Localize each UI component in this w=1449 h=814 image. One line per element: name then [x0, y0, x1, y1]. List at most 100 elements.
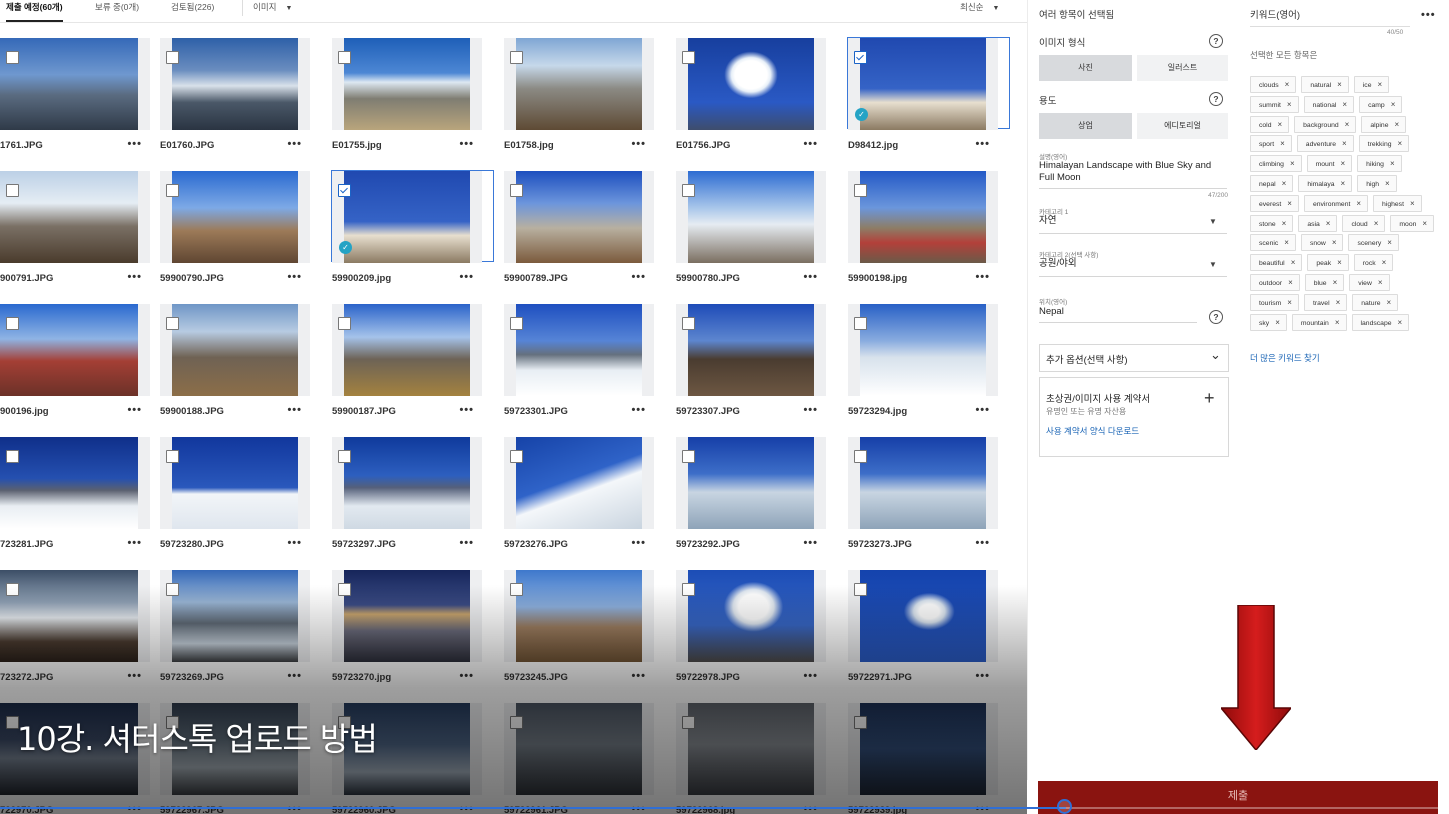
remove-keyword-icon[interactable]: × [1398, 139, 1403, 148]
select-checkbox[interactable] [510, 51, 523, 64]
select-checkbox[interactable] [166, 184, 179, 197]
image-card[interactable]: 59900780.JPG ••• [676, 171, 826, 293]
image-thumbnail[interactable] [160, 437, 310, 529]
select-checkbox[interactable] [338, 583, 351, 596]
more-options-icon[interactable]: ••• [287, 271, 302, 283]
keyword-tag[interactable]: outdoor × [1250, 274, 1300, 291]
image-card[interactable]: 900791.JPG ••• [0, 171, 150, 293]
select-checkbox[interactable] [6, 51, 19, 64]
remove-keyword-icon[interactable]: × [1422, 219, 1427, 228]
more-options-icon[interactable]: ••• [975, 271, 990, 283]
select-checkbox[interactable] [166, 51, 179, 64]
select-checkbox[interactable] [6, 583, 19, 596]
image-card[interactable]: 1761.JPG ••• [0, 38, 150, 160]
select-checkbox[interactable] [682, 450, 695, 463]
tab-pending[interactable]: 보류 중(0개) [95, 0, 139, 20]
remove-keyword-icon[interactable]: × [1326, 219, 1331, 228]
image-type-photo-button[interactable]: 사진 [1039, 55, 1132, 81]
help-icon[interactable]: ? [1209, 92, 1223, 106]
keyword-tag[interactable]: national × [1303, 95, 1355, 113]
image-thumbnail[interactable] [676, 171, 826, 263]
add-release-plus-icon[interactable]: + [1204, 388, 1215, 409]
keyword-tag[interactable]: trekking × [1358, 135, 1410, 153]
keywords-input-underline[interactable] [1250, 26, 1410, 27]
keyword-tag[interactable]: cloud × [1342, 214, 1386, 232]
remove-keyword-icon[interactable]: × [1335, 318, 1340, 327]
keyword-tag[interactable]: summit × [1250, 95, 1299, 113]
image-card[interactable]: 59723270.jpg ••• [332, 570, 482, 692]
image-thumbnail[interactable] [848, 437, 998, 529]
image-card[interactable]: 59900789.JPG ••• [504, 171, 654, 293]
image-card[interactable]: 59723301.JPG ••• [504, 304, 654, 426]
remove-keyword-icon[interactable]: × [1341, 179, 1346, 188]
more-options-icon[interactable]: ••• [127, 404, 142, 416]
remove-keyword-icon[interactable]: × [1337, 258, 1342, 267]
keyword-tag[interactable]: himalaya × [1298, 175, 1353, 192]
help-icon[interactable]: ? [1209, 310, 1223, 324]
keyword-tag[interactable]: alpine × [1361, 115, 1407, 133]
remove-keyword-icon[interactable]: × [1287, 199, 1292, 208]
remove-keyword-icon[interactable]: × [1382, 258, 1387, 267]
select-checkbox[interactable] [854, 450, 867, 463]
image-thumbnail[interactable] [160, 304, 310, 396]
keyword-tag[interactable]: mount × [1306, 155, 1353, 173]
image-thumbnail[interactable] [848, 171, 998, 263]
image-type-illustration-button[interactable]: 일러스트 [1137, 55, 1228, 81]
remove-keyword-icon[interactable]: × [1280, 139, 1285, 148]
remove-keyword-icon[interactable]: × [1277, 120, 1282, 129]
more-options-icon[interactable]: ••• [975, 138, 990, 150]
keyword-tag[interactable]: snow × [1300, 234, 1344, 252]
more-options-icon[interactable]: ••• [127, 670, 142, 682]
remove-keyword-icon[interactable]: × [1282, 219, 1287, 228]
image-thumbnail[interactable] [504, 304, 654, 396]
keyword-tag[interactable]: travel × [1303, 293, 1348, 311]
video-progress-track[interactable] [1066, 807, 1449, 809]
more-options-icon[interactable]: ••• [631, 537, 646, 549]
keyword-tag[interactable]: camp × [1359, 95, 1403, 113]
image-card[interactable]: 59723307.JPG ••• [676, 304, 826, 426]
select-checkbox[interactable] [338, 450, 351, 463]
keyword-tag[interactable]: peak × [1307, 254, 1349, 272]
image-card[interactable]: 59722968.jpg••• [676, 703, 826, 814]
remove-keyword-icon[interactable]: × [1374, 219, 1379, 228]
select-checkbox[interactable] [166, 450, 179, 463]
image-thumbnail[interactable] [676, 570, 826, 662]
image-card[interactable]: 59723276.JPG ••• [504, 437, 654, 559]
keyword-tag[interactable]: landscape × [1351, 313, 1410, 331]
keyword-tag[interactable]: sky × [1250, 313, 1287, 331]
remove-keyword-icon[interactable]: × [1391, 100, 1396, 109]
chevron-down-icon[interactable]: ▼ [1209, 260, 1217, 269]
image-thumbnail[interactable] [0, 171, 150, 263]
select-checkbox[interactable] [854, 184, 867, 197]
keyword-tag[interactable]: high × [1357, 175, 1397, 192]
image-card[interactable]: E01758.jpg ••• [504, 38, 654, 160]
image-thumbnail[interactable] [160, 570, 310, 662]
select-checkbox[interactable] [854, 317, 867, 330]
keyword-tag[interactable]: blue × [1304, 274, 1345, 291]
select-checkbox[interactable] [854, 51, 867, 64]
select-checkbox[interactable] [338, 317, 351, 330]
remove-keyword-icon[interactable]: × [1290, 159, 1295, 168]
select-checkbox[interactable] [166, 317, 179, 330]
release-template-link[interactable]: 사용 계약서 양식 다운로드 [1046, 425, 1139, 437]
keyword-tag[interactable]: view × [1349, 274, 1390, 291]
select-checkbox[interactable] [854, 716, 867, 729]
remove-keyword-icon[interactable]: × [1394, 120, 1399, 129]
image-thumbnail[interactable] [848, 703, 998, 795]
keyword-tag[interactable]: stone × [1250, 214, 1294, 232]
remove-keyword-icon[interactable]: × [1345, 120, 1350, 129]
image-card[interactable]: 59723280.JPG ••• [160, 437, 310, 559]
image-thumbnail[interactable] [676, 437, 826, 529]
keyword-tag[interactable]: rock × [1353, 254, 1394, 272]
image-card[interactable]: 900196.jpg ••• [0, 304, 150, 426]
keyword-tag[interactable]: tourism × [1250, 293, 1299, 311]
tab-reviewed[interactable]: 검토됨(226) [171, 0, 214, 20]
chevron-down-icon[interactable]: ▼ [1209, 217, 1217, 226]
image-thumbnail[interactable] [676, 703, 826, 795]
keyword-tag[interactable]: nepal × [1250, 175, 1294, 192]
image-thumbnail[interactable] [332, 304, 482, 396]
more-options-icon[interactable]: ••• [975, 670, 990, 682]
video-progress-knob[interactable] [1057, 799, 1072, 814]
remove-keyword-icon[interactable]: × [1291, 258, 1296, 267]
select-checkbox[interactable] [682, 51, 695, 64]
